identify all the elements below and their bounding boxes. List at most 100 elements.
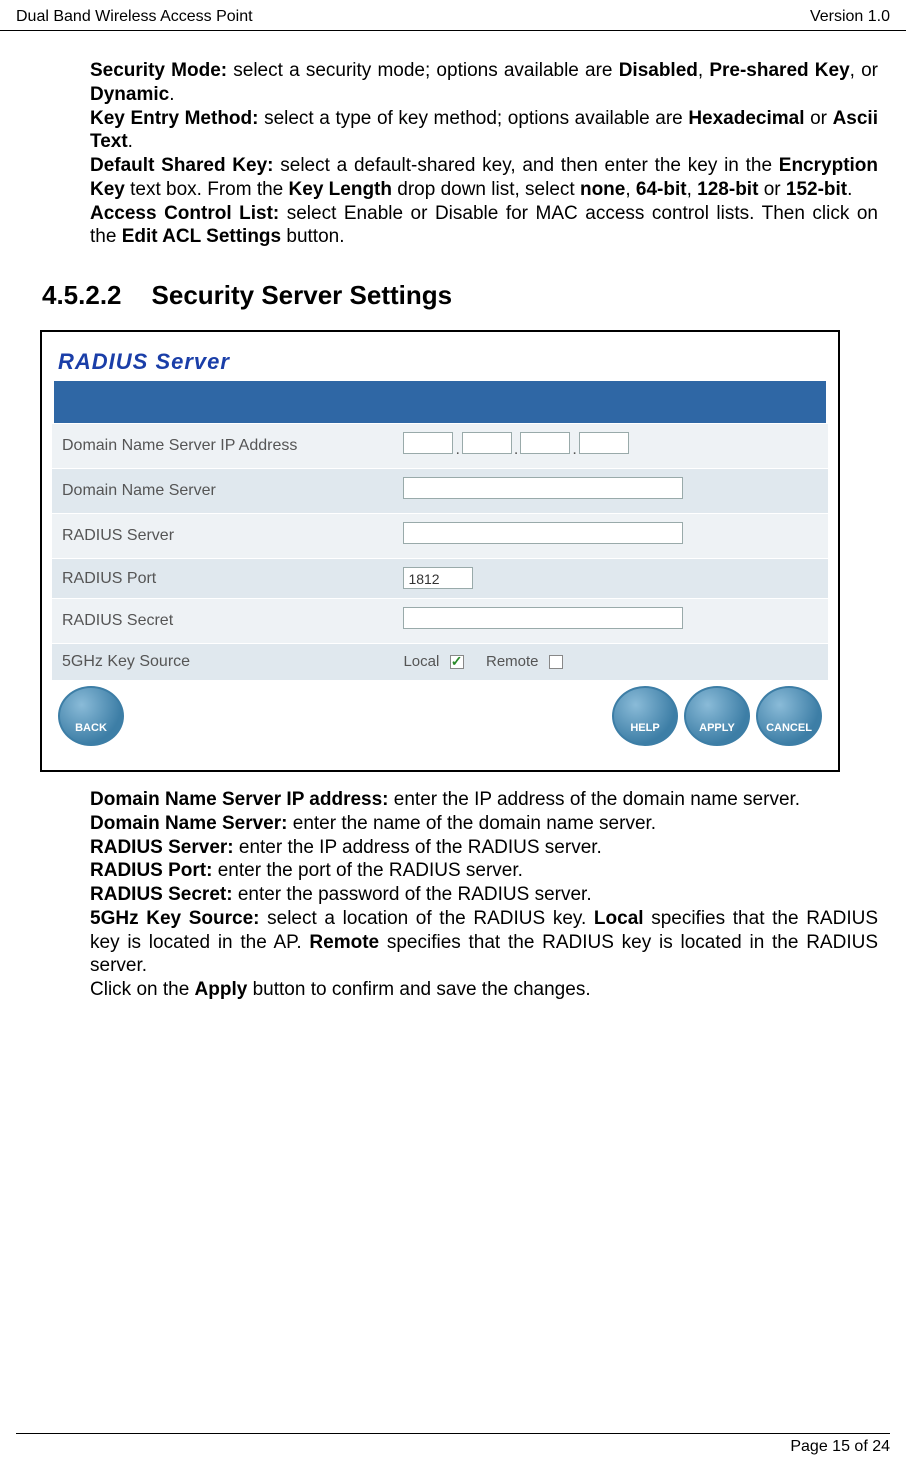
row-key-source: 5GHz Key Source Local Remote bbox=[52, 644, 828, 681]
text: , or bbox=[850, 60, 878, 81]
text: or bbox=[758, 179, 785, 200]
label: Domain Name Server IP address: bbox=[90, 789, 389, 810]
opt: 152-bit bbox=[786, 179, 847, 200]
para-key-entry: Key Entry Method: select a type of key m… bbox=[90, 107, 878, 155]
label-dns: Domain Name Server bbox=[52, 469, 393, 514]
text: button to confirm and save the changes. bbox=[247, 979, 590, 1000]
para-radius-server: RADIUS Server: enter the IP address of t… bbox=[90, 836, 878, 860]
text: , bbox=[625, 179, 636, 200]
opt: none bbox=[580, 179, 625, 200]
label: RADIUS Secret: bbox=[90, 884, 233, 905]
label: 5GHz Key Source: bbox=[90, 908, 259, 929]
text: enter the name of the domain name server… bbox=[287, 813, 656, 834]
opt: Dynamic bbox=[90, 84, 169, 105]
para-radius-secret: RADIUS Secret: enter the password of the… bbox=[90, 883, 878, 907]
para-apply: Click on the Apply button to confirm and… bbox=[90, 978, 878, 1002]
local-checkbox[interactable] bbox=[450, 655, 464, 669]
label-radius-port: RADIUS Port bbox=[52, 559, 393, 599]
dot-icon: . bbox=[453, 440, 461, 460]
para-radius-port: RADIUS Port: enter the port of the RADIU… bbox=[90, 859, 878, 883]
remote-label: Remote bbox=[486, 653, 539, 670]
row-radius-server: RADIUS Server bbox=[52, 514, 828, 559]
row-dns-ip: Domain Name Server IP Address ... bbox=[52, 424, 828, 469]
dns-ip-octet-1[interactable] bbox=[403, 432, 453, 454]
section-number: 4.5.2.2 bbox=[42, 279, 122, 312]
dns-ip-octet-4[interactable] bbox=[579, 432, 629, 454]
radius-title: RADIUS Server bbox=[58, 348, 828, 376]
para-key-source: 5GHz Key Source: select a location of th… bbox=[90, 907, 878, 978]
para-acl: Access Control List: select Enable or Di… bbox=[90, 202, 878, 250]
text: select a security mode; options availabl… bbox=[227, 60, 619, 81]
opt: Hexadecimal bbox=[688, 108, 804, 129]
back-button[interactable]: BACK bbox=[58, 686, 124, 746]
text: select a type of key method; options ava… bbox=[258, 108, 688, 129]
button-group-right: HELP APPLY CANCEL bbox=[612, 686, 822, 746]
page-footer: Page 15 of 24 bbox=[16, 1433, 890, 1456]
cancel-button[interactable]: CANCEL bbox=[756, 686, 822, 746]
opt: Edit ACL Settings bbox=[122, 226, 281, 247]
label-dns-ip: Domain Name Server IP Address bbox=[52, 424, 393, 469]
local-label: Local bbox=[403, 653, 439, 670]
radius-screenshot: RADIUS Server Domain Name Server IP Addr… bbox=[40, 330, 840, 773]
para-default-shared-key: Default Shared Key: select a default-sha… bbox=[90, 154, 878, 202]
page-number: Page 15 of 24 bbox=[790, 1438, 890, 1455]
text: . bbox=[847, 179, 852, 200]
label-key-source: 5GHz Key Source bbox=[52, 644, 393, 681]
para-dns-ip: Domain Name Server IP address: enter the… bbox=[90, 788, 878, 812]
text: button. bbox=[281, 226, 344, 247]
help-button[interactable]: HELP bbox=[612, 686, 678, 746]
text: enter the IP address of the RADIUS serve… bbox=[234, 837, 602, 858]
text: select a default-shared key, and then en… bbox=[274, 155, 779, 176]
label: Access Control List: bbox=[90, 203, 279, 224]
text: enter the IP address of the domain name … bbox=[389, 789, 801, 810]
text: enter the password of the RADIUS server. bbox=[233, 884, 592, 905]
text: , bbox=[698, 60, 709, 81]
radius-secret-input[interactable] bbox=[403, 607, 683, 629]
page-content: Security Mode: select a security mode; o… bbox=[0, 31, 906, 1002]
dns-ip-octet-3[interactable] bbox=[520, 432, 570, 454]
para-dns: Domain Name Server: enter the name of th… bbox=[90, 812, 878, 836]
dns-ip-octet-2[interactable] bbox=[462, 432, 512, 454]
radius-port-input[interactable]: 1812 bbox=[403, 567, 473, 589]
opt: Disabled bbox=[619, 60, 698, 81]
row-radius-secret: RADIUS Secret bbox=[52, 599, 828, 644]
opt: Local bbox=[594, 908, 644, 929]
opt: 128-bit bbox=[697, 179, 758, 200]
label: RADIUS Port: bbox=[90, 860, 212, 881]
text: . bbox=[128, 131, 133, 152]
section-heading: 4.5.2.2 Security Server Settings bbox=[42, 279, 878, 312]
apply-button[interactable]: APPLY bbox=[684, 686, 750, 746]
text: select a location of the RADIUS key. bbox=[259, 908, 593, 929]
remote-checkbox[interactable] bbox=[549, 655, 563, 669]
page-header: Dual Band Wireless Access Point Version … bbox=[0, 0, 906, 31]
dns-input[interactable] bbox=[403, 477, 683, 499]
row-radius-port: RADIUS Port 1812 bbox=[52, 559, 828, 599]
label: Security Mode: bbox=[90, 60, 227, 81]
label-radius-server: RADIUS Server bbox=[52, 514, 393, 559]
section-title: Security Server Settings bbox=[152, 280, 453, 310]
header-right: Version 1.0 bbox=[810, 8, 890, 26]
label: RADIUS Server: bbox=[90, 837, 234, 858]
radius-server-input[interactable] bbox=[403, 522, 683, 544]
button-row: BACK HELP APPLY CANCEL bbox=[52, 680, 828, 746]
para-security-mode: Security Mode: select a security mode; o… bbox=[90, 59, 878, 107]
text: drop down list, select bbox=[392, 179, 580, 200]
text: or bbox=[805, 108, 833, 129]
label-radius-secret: RADIUS Secret bbox=[52, 599, 393, 644]
opt: 64-bit bbox=[636, 179, 687, 200]
opt: Key Length bbox=[289, 179, 392, 200]
opt: Pre-shared Key bbox=[709, 60, 849, 81]
row-dns: Domain Name Server bbox=[52, 469, 828, 514]
text: enter the port of the RADIUS server. bbox=[212, 860, 522, 881]
opt: Remote bbox=[309, 932, 379, 953]
label: Domain Name Server: bbox=[90, 813, 287, 834]
label: Default Shared Key: bbox=[90, 155, 274, 176]
text: , bbox=[687, 179, 698, 200]
dot-icon: . bbox=[570, 440, 578, 460]
text: text box. From the bbox=[125, 179, 289, 200]
text: Click on the bbox=[90, 979, 195, 1000]
dot-icon: . bbox=[512, 440, 520, 460]
header-left: Dual Band Wireless Access Point bbox=[16, 8, 253, 26]
value-dns-ip: ... bbox=[393, 424, 828, 469]
radius-form: Domain Name Server IP Address ... Domain… bbox=[52, 423, 828, 680]
